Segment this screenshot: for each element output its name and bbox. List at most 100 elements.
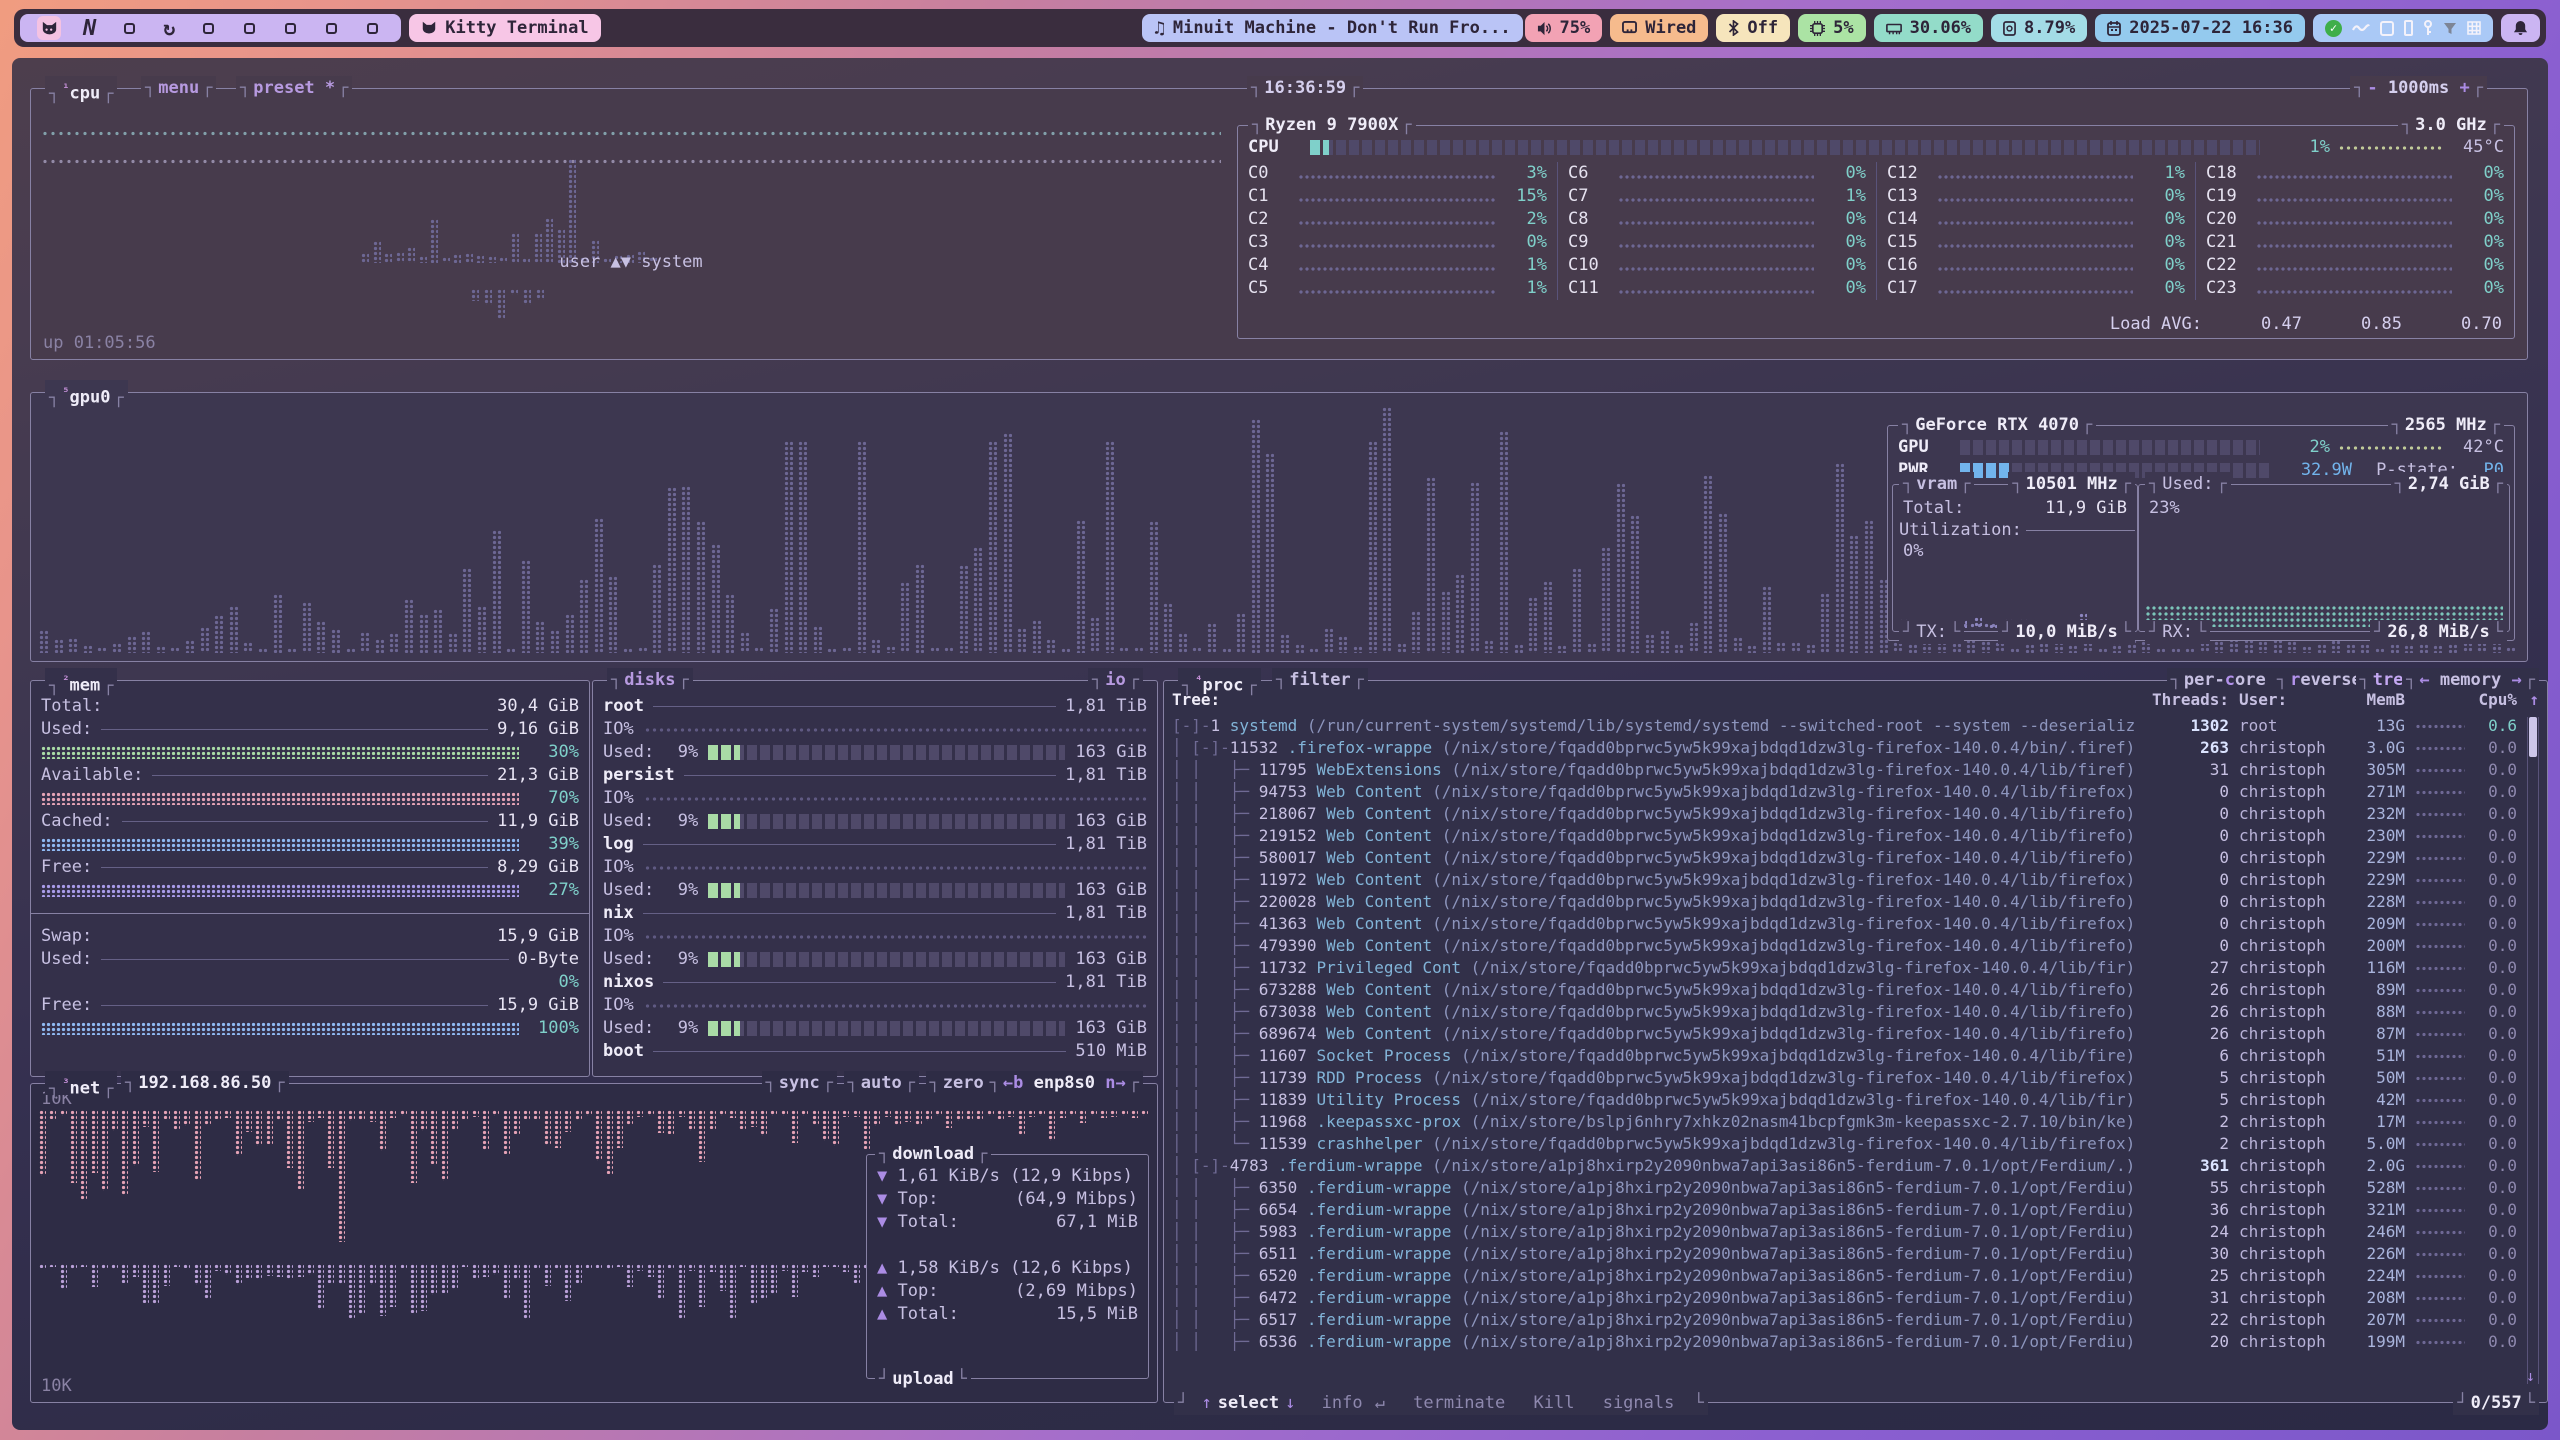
process-row[interactable]: [-]-1 systemd (/run/current-system/syste… — [1172, 715, 2517, 737]
process-row[interactable]: │ │ ├─ 11795 WebExtensions (/nix/store/f… — [1172, 759, 2517, 781]
ethernet-icon — [1622, 21, 1637, 35]
process-row[interactable]: │ │ ├─ 11607 Socket Process (/nix/store/… — [1172, 1045, 2517, 1067]
cat-icon — [41, 21, 58, 36]
kill-button[interactable]: Kill — [1534, 1393, 1575, 1413]
process-row[interactable]: │ │ ├─ 11968 .keepassxc-prox (/nix/store… — [1172, 1111, 2517, 1133]
bell-icon — [2513, 20, 2528, 36]
sort-column-selector[interactable]: ← memory → — [2402, 668, 2539, 692]
clipboard-icon[interactable] — [2380, 21, 2394, 36]
workspaces: N ↻ — [20, 14, 401, 42]
preset-button[interactable]: preset * — [236, 76, 352, 100]
mem-meter-row: 27% — [31, 879, 589, 902]
process-panel-title[interactable]: ⁴proc — [1178, 668, 1261, 692]
disks-panel-title[interactable]: disks — [607, 668, 693, 692]
process-row[interactable]: │ │ ├─ 6350 .ferdium-wrappe (/nix/store/… — [1172, 1177, 2517, 1199]
sort-direction-icon[interactable]: ↑ — [2517, 689, 2539, 711]
grid-icon[interactable] — [2467, 21, 2481, 35]
process-row[interactable]: │ │ ├─ 219152 Web Content (/nix/store/fq… — [1172, 825, 2517, 847]
wave-icon[interactable] — [2352, 23, 2370, 33]
process-panel: ⁴proc filter per-core reverse tree ← mem… — [1163, 680, 2548, 1403]
process-row[interactable]: │ │ ├─ 6511 .ferdium-wrappe (/nix/store/… — [1172, 1243, 2517, 1265]
cpu-model: Ryzen 9 7900X — [1248, 113, 1416, 137]
signals-button[interactable]: signals — [1603, 1393, 1675, 1413]
clock-pill[interactable]: 2025-07-22 16:36 — [2095, 14, 2305, 42]
process-row[interactable]: │ │ ├─ 673288 Web Content (/nix/store/fq… — [1172, 979, 2517, 1001]
process-row[interactable]: │ │ ├─ 6536 .ferdium-wrappe (/nix/store/… — [1172, 1331, 2517, 1353]
workspace-nixos[interactable]: N — [83, 16, 96, 41]
process-row[interactable]: │ [-]-11532 .firefox-wrappe (/nix/store/… — [1172, 737, 2517, 759]
cpu-total-bar — [1310, 140, 2260, 155]
update-interval[interactable]: - 1000ms + — [2350, 76, 2487, 100]
process-row[interactable]: │ │ ├─ 11732 Privileged Cont (/nix/store… — [1172, 957, 2517, 979]
process-row[interactable]: │ │ ├─ 11839 Utility Process (/nix/store… — [1172, 1089, 2517, 1111]
process-row[interactable]: │ │ └─ 11539 crashhelper (/nix/store/fqa… — [1172, 1133, 2517, 1155]
select-button[interactable]: select — [1218, 1393, 1279, 1413]
sync-toggle[interactable]: sync — [762, 1071, 837, 1095]
disk-pill[interactable]: 8.79% — [1991, 14, 2087, 42]
workspace-3[interactable] — [124, 23, 135, 34]
process-row[interactable]: │ │ ├─ 218067 Web Content (/nix/store/fq… — [1172, 803, 2517, 825]
cpu-pill[interactable]: 5% — [1798, 14, 1865, 42]
notifications-pill[interactable] — [2501, 14, 2540, 42]
cpu-temp: 45°C — [2442, 136, 2504, 159]
per-core-toggle[interactable]: per-core — [2167, 668, 2283, 692]
disk-name-row: root1,81 TiB — [593, 695, 1157, 718]
window-title: Kitty Terminal — [445, 18, 588, 38]
workspace-active[interactable] — [37, 16, 61, 40]
funnel-icon[interactable] — [2443, 22, 2457, 35]
process-row[interactable]: │ │ ├─ 6520 .ferdium-wrappe (/nix/store/… — [1172, 1265, 2517, 1287]
process-position: 0/557 — [2453, 1391, 2539, 1415]
cpu-panel-title[interactable]: ¹cpu — [45, 76, 117, 100]
process-row[interactable]: │ │ ├─ 41363 Web Content (/nix/store/fqa… — [1172, 913, 2517, 935]
process-row[interactable]: │ [-]-4783 .ferdium-wrappe (/nix/store/a… — [1172, 1155, 2517, 1177]
music-note-icon: ♫ — [1154, 18, 1165, 39]
process-row[interactable]: │ │ ├─ 479390 Web Content (/nix/store/fq… — [1172, 935, 2517, 957]
load-average: Load AVG: 0.47 0.85 0.70 — [2110, 313, 2502, 336]
workspace-refresh[interactable]: ↻ — [163, 16, 175, 40]
terminate-button[interactable]: terminate — [1413, 1393, 1505, 1413]
process-row[interactable]: │ │ ├─ 6472 .ferdium-wrappe (/nix/store/… — [1172, 1287, 2517, 1309]
workspace-8[interactable] — [326, 23, 337, 34]
process-row[interactable]: │ │ ├─ 6517 .ferdium-wrappe (/nix/store/… — [1172, 1309, 2517, 1331]
download-total: ▼ Total:67,1 MiB — [867, 1211, 1148, 1234]
process-row[interactable]: │ │ ├─ 5983 .ferdium-wrappe (/nix/store/… — [1172, 1221, 2517, 1243]
select-up-icon[interactable]: ↑ — [1202, 1393, 1212, 1413]
rx-label: RX: — [2162, 622, 2193, 642]
scroll-down-icon[interactable]: ↓ — [2526, 1365, 2535, 1388]
workspace-6[interactable] — [244, 23, 255, 34]
workspace-9[interactable] — [367, 23, 378, 34]
process-row[interactable]: │ │ ├─ 11972 Web Content (/nix/store/fqa… — [1172, 869, 2517, 891]
process-row[interactable]: │ │ ├─ 689674 Web Content (/nix/store/fq… — [1172, 1023, 2517, 1045]
interface-selector[interactable]: ←b enp8s0 n→ — [986, 1071, 1143, 1095]
process-row[interactable]: │ │ ├─ 94753 Web Content (/nix/store/fqa… — [1172, 781, 2517, 803]
memory-pill[interactable]: 30.06% — [1874, 14, 1983, 42]
bluetooth-pill[interactable]: Off — [1716, 14, 1790, 42]
process-row[interactable]: │ │ ├─ 580017 Web Content (/nix/store/fq… — [1172, 847, 2517, 869]
key-icon[interactable] — [2423, 20, 2433, 36]
process-row[interactable]: │ │ ├─ 220028 Web Content (/nix/store/fq… — [1172, 891, 2517, 913]
vram-used-box: Used: 2,74 GiB 23% RX: 26,8 MiB/s — [2138, 484, 2510, 632]
process-row[interactable]: │ │ ├─ 11739 RDD Process (/nix/store/fqa… — [1172, 1067, 2517, 1089]
menu-button[interactable]: menu — [141, 76, 216, 100]
process-scrollbar[interactable]: ↓ — [2527, 717, 2539, 1384]
system-tray: ✓ — [2313, 14, 2493, 42]
network-pill[interactable]: Wired — [1610, 14, 1708, 42]
media-pill[interactable]: ♫ Minuit Machine - Don't Run Fro... — [1142, 14, 1523, 42]
gpu-panel-title[interactable]: ⁵gpu0 — [45, 380, 128, 404]
memory-panel-title[interactable]: ²mem — [45, 668, 117, 692]
network-panel-title[interactable]: ³net — [45, 1071, 117, 1095]
select-down-icon[interactable]: ↓ — [1285, 1393, 1295, 1413]
scrollbar-thumb[interactable] — [2529, 717, 2537, 757]
auto-toggle[interactable]: auto — [844, 1071, 919, 1095]
workspace-5[interactable] — [203, 23, 214, 34]
window-title-pill[interactable]: Kitty Terminal — [409, 14, 600, 42]
process-row[interactable]: │ │ ├─ 6654 .ferdium-wrappe (/nix/store/… — [1172, 1199, 2517, 1221]
process-row[interactable]: │ │ ├─ 673038 Web Content (/nix/store/fq… — [1172, 1001, 2517, 1023]
info-button[interactable]: info — [1322, 1393, 1363, 1413]
phone-icon[interactable] — [2404, 20, 2413, 36]
check-icon[interactable]: ✓ — [2325, 20, 2342, 37]
io-toggle[interactable]: io — [1088, 668, 1143, 692]
volume-pill[interactable]: 75% — [1525, 14, 1603, 42]
filter-button[interactable]: filter — [1272, 668, 1368, 692]
workspace-7[interactable] — [285, 23, 296, 34]
